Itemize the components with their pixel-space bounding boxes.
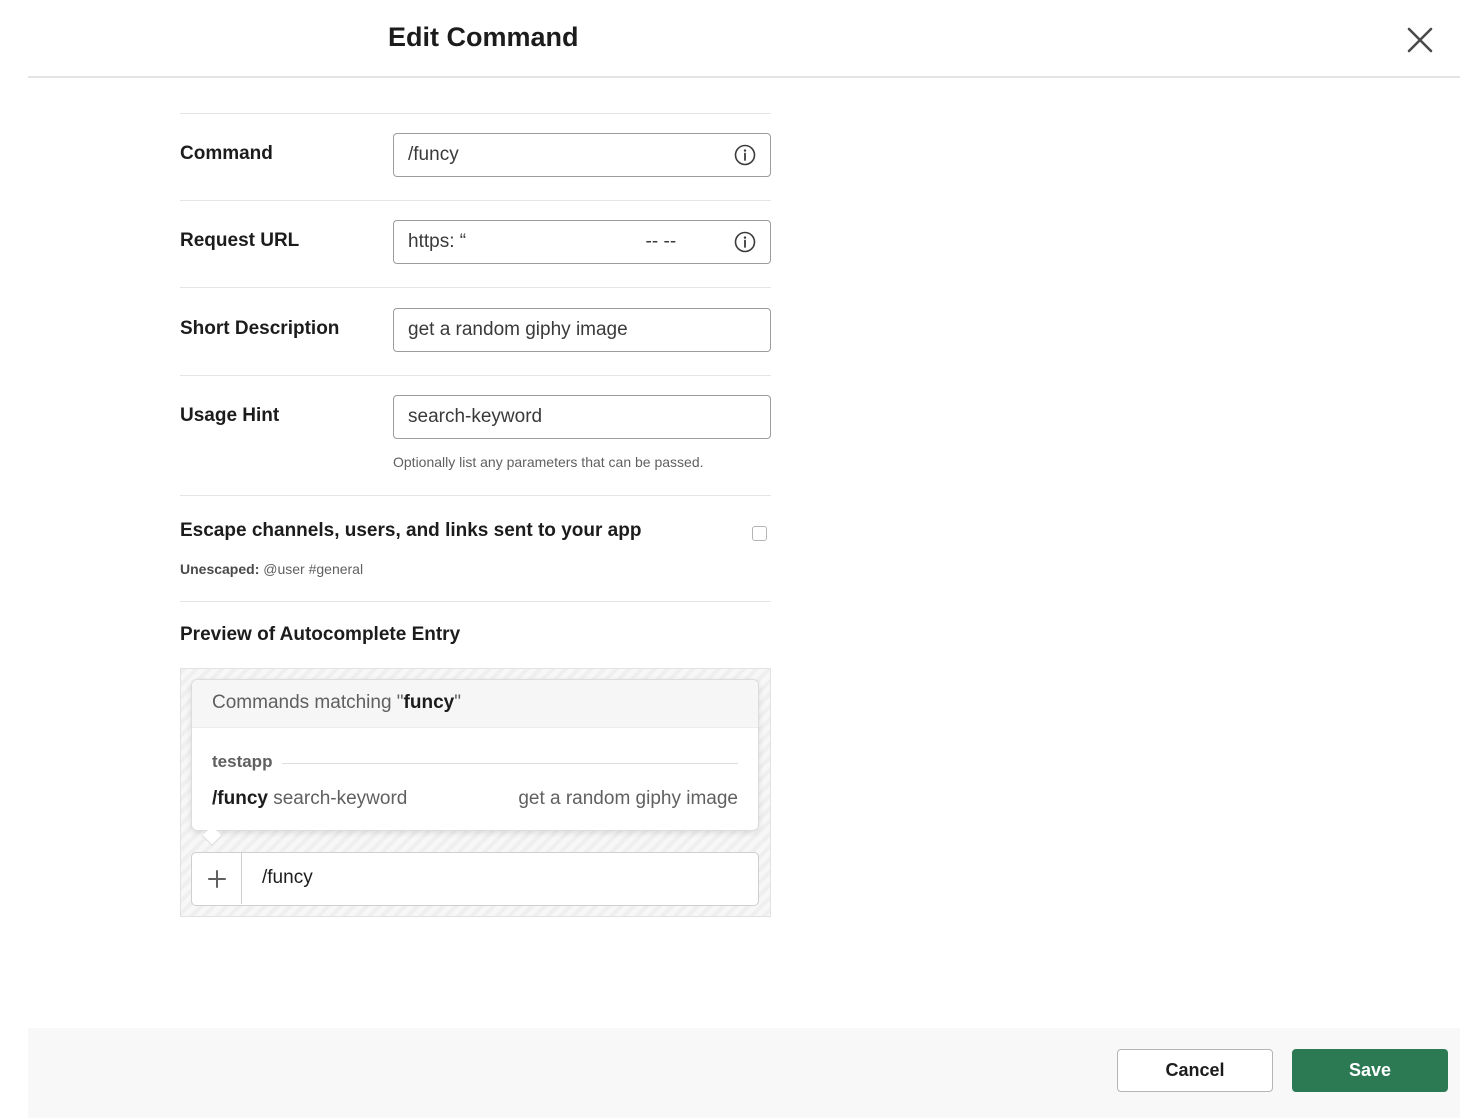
usage-hint-row: Usage Hint search-keyword Optionally lis… (180, 395, 771, 475)
preview-title: Preview of Autocomplete Entry (180, 624, 461, 645)
autocomplete-popup: Commands matching "funcy" testapp /funcy… (191, 679, 759, 831)
autocomplete-command-name: /funcy (212, 788, 268, 809)
divider (180, 287, 771, 288)
command-value: /funcy (408, 144, 459, 165)
autocomplete-header-prefix: Commands matching " (212, 692, 404, 713)
autocomplete-group-name: testapp (212, 752, 283, 772)
dialog-footer: Cancel Save (28, 1028, 1460, 1118)
usage-hint-input[interactable]: search-keyword (393, 395, 771, 439)
usage-hint-label: Usage Hint (180, 405, 280, 426)
info-icon[interactable] (734, 231, 756, 253)
escape-example-label: Unescaped: (180, 561, 260, 577)
autocomplete-header: Commands matching "funcy" (192, 680, 758, 728)
command-label: Command (180, 143, 273, 164)
command-input[interactable]: /funcy (393, 133, 771, 177)
divider (180, 113, 771, 114)
divider (180, 375, 771, 376)
request-url-row: Request URL https: “ -- -- (180, 220, 771, 266)
autocomplete-description: get a random giphy image (518, 788, 738, 809)
close-button[interactable] (1402, 22, 1438, 58)
message-text: /funcy (262, 867, 313, 888)
short-description-label: Short Description (180, 318, 340, 339)
autocomplete-command: /funcy search-keyword (212, 788, 407, 810)
divider (180, 200, 771, 201)
autocomplete-header-term: funcy (403, 692, 455, 713)
request-url-value: https: “ -- -- (408, 231, 677, 252)
usage-hint-help: Optionally list any parameters that can … (393, 454, 704, 470)
autocomplete-header-suffix: " (454, 692, 461, 713)
cancel-button[interactable]: Cancel (1117, 1049, 1273, 1092)
short-description-input[interactable]: get a random giphy image (393, 308, 771, 352)
group-divider (212, 763, 738, 764)
divider (180, 601, 771, 602)
escape-row: Escape channels, users, and links sent t… (180, 519, 771, 581)
escape-checkbox[interactable] (752, 526, 767, 541)
divider (180, 495, 771, 496)
escape-example-value: @user #general (263, 561, 364, 577)
command-row: Command /funcy (180, 133, 771, 179)
request-url-input[interactable]: https: “ -- -- (393, 220, 771, 264)
message-input-preview: /funcy (191, 852, 759, 906)
short-description-row: Short Description get a random giphy ima… (180, 308, 771, 354)
escape-label: Escape channels, users, and links sent t… (180, 520, 642, 541)
dialog-title: Edit Command (388, 22, 579, 52)
usage-hint-value: search-keyword (408, 406, 543, 427)
request-url-label: Request URL (180, 230, 300, 251)
close-icon (1407, 27, 1433, 53)
autocomplete-command-usage: search-keyword (273, 788, 408, 809)
save-button[interactable]: Save (1292, 1049, 1448, 1092)
attach-button[interactable] (192, 853, 242, 904)
autocomplete-preview: Commands matching "funcy" testapp /funcy… (180, 668, 771, 917)
info-icon[interactable] (734, 144, 756, 166)
dialog-header: Edit Command (28, 0, 1460, 78)
escape-example: Unescaped: @user #general (180, 561, 363, 577)
plus-icon (208, 870, 226, 888)
short-description-value: get a random giphy image (408, 319, 628, 340)
